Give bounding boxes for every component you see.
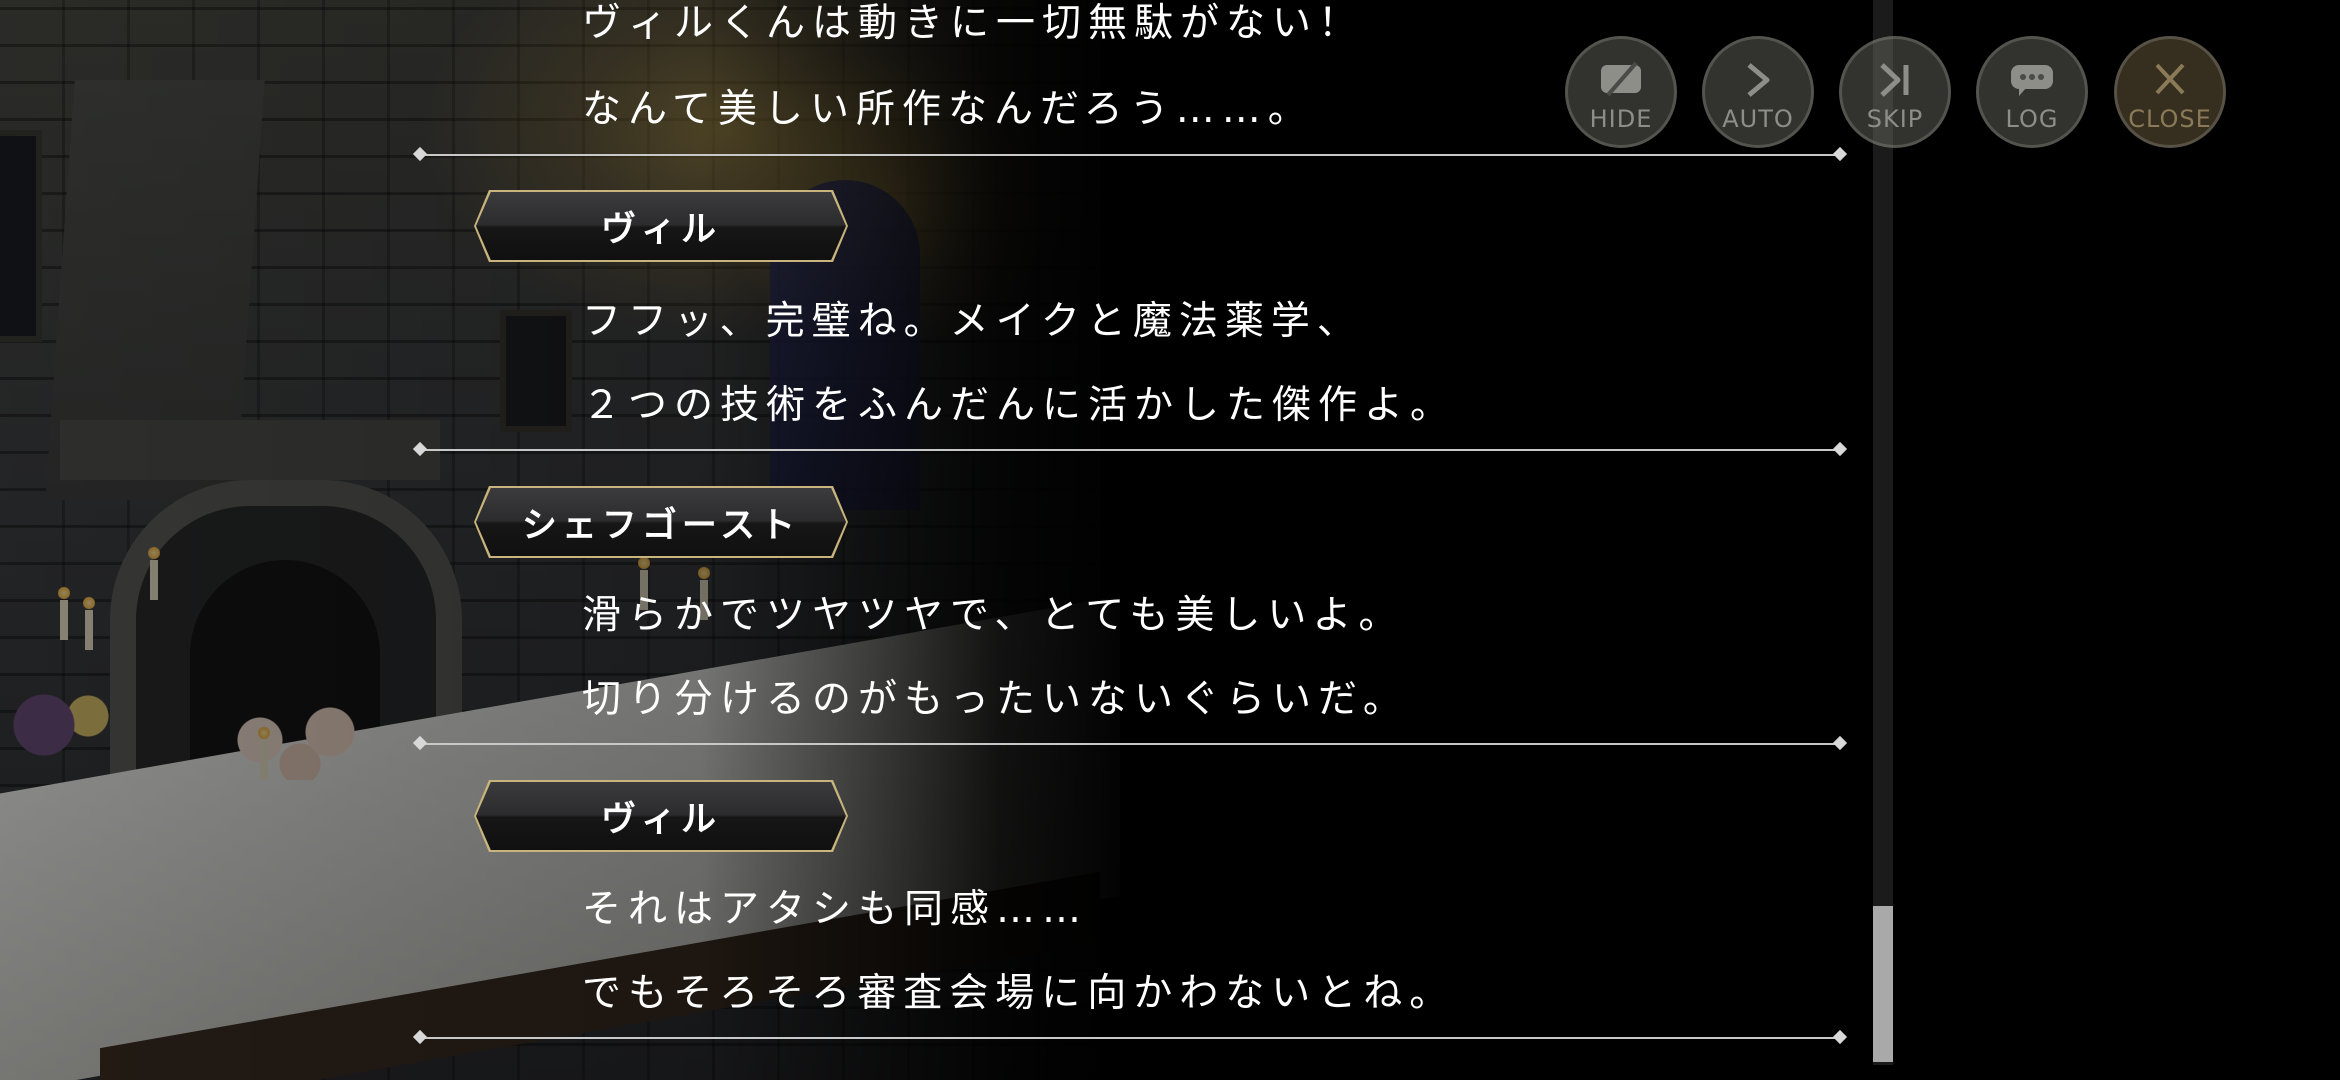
log-line: 滑らかでツヤツヤで、とても美しいよ。: [582, 593, 1405, 638]
entry-divider: [420, 1037, 1840, 1039]
close-label: CLOSE: [2128, 105, 2212, 133]
entry-divider: [420, 449, 1840, 451]
log-line: ヴィルくんは動きに一切無駄がない！: [582, 1, 1365, 46]
speaker-nameplate: ヴィル: [474, 190, 848, 262]
log-line: それはアタシも同感……: [582, 887, 1089, 932]
chat-bubble-icon: [2011, 65, 2053, 96]
log-line: 切り分けるのがもったいないぐらいだ。: [582, 677, 1409, 722]
skip-label: SKIP: [1866, 105, 1924, 133]
speaker-nameplate: ヴィル: [474, 780, 848, 852]
hide-label: HIDE: [1589, 105, 1653, 133]
auto-label: AUTO: [1722, 105, 1794, 133]
speaker-nameplate: シェフゴースト: [474, 486, 848, 558]
log-line: ２つの技術をふんだんに活かした傑作よ。: [582, 383, 1457, 428]
scrollbar-thumb[interactable]: [1873, 906, 1893, 1062]
entry-divider: [420, 154, 1840, 156]
hide-button[interactable]: HIDE: [1565, 36, 1677, 148]
log-scrollbar[interactable]: [1873, 0, 1893, 1065]
close-icon: [2155, 63, 2185, 95]
close-button[interactable]: CLOSE: [2114, 36, 2226, 148]
log-button[interactable]: LOG: [1976, 36, 2088, 148]
log-line: フフッ、完璧ね。メイクと魔法薬学、: [582, 299, 1363, 344]
entry-divider: [420, 743, 1840, 745]
auto-button[interactable]: AUTO: [1702, 36, 1814, 148]
backlog-panel[interactable]: ヴィルくんは動きに一切無駄がない！ なんて美しい所作なんだろう……。 ヴィル フ…: [0, 0, 2340, 1080]
log-line: でもそろそろ審査会場に向かわないとね。: [582, 971, 1456, 1016]
hide-icon: [1601, 61, 1641, 97]
speaker-name: シェフゴースト: [521, 505, 801, 546]
speaker-name: ヴィル: [600, 209, 721, 250]
speaker-name: ヴィル: [600, 799, 721, 840]
skip-button[interactable]: SKIP: [1839, 36, 1951, 148]
play-icon: [1747, 63, 1770, 97]
log-label: LOG: [2005, 105, 2059, 133]
log-line: なんて美しい所作なんだろう……。: [582, 87, 1314, 132]
skip-icon: [1880, 63, 1909, 97]
